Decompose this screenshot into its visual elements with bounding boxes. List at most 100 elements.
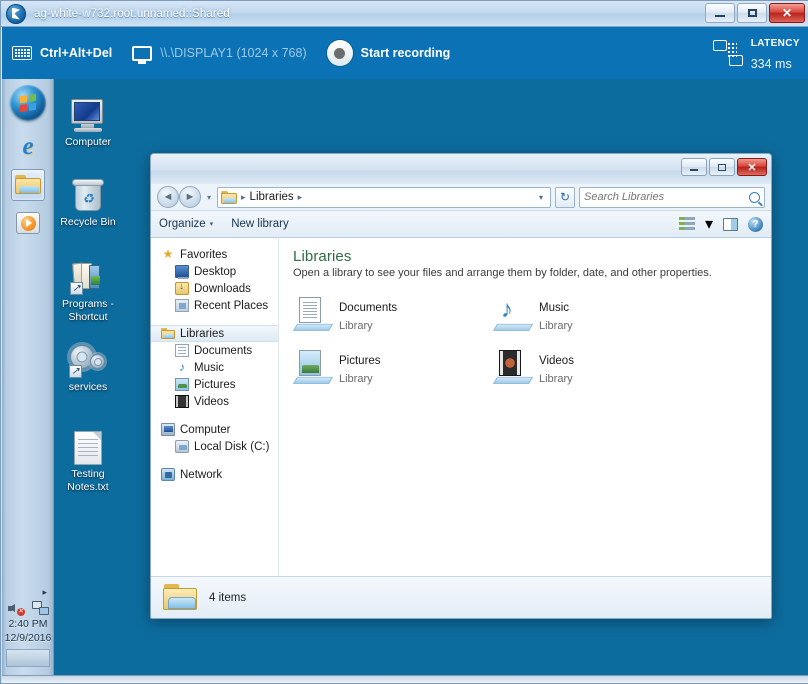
breadcrumb-libraries[interactable]: Libraries (248, 191, 296, 203)
back-button[interactable]: ◄ (157, 186, 179, 208)
explorer-maximize-button[interactable] (709, 158, 735, 176)
sidebar-item-recent-places[interactable]: Recent Places (151, 297, 278, 314)
forward-button[interactable]: ► (179, 186, 201, 208)
refresh-button[interactable]: ↻ (555, 186, 575, 208)
desktop-icon-programs-shortcut[interactable]: ↗ Programs - Shortcut (52, 251, 124, 324)
ctrl-alt-del-button[interactable]: Ctrl+Alt+Del (2, 27, 122, 79)
sidebar-item-downloads[interactable]: Downloads (151, 280, 278, 297)
start-button[interactable] (10, 85, 46, 121)
sidebar-item-desktop[interactable]: Desktop (151, 263, 278, 280)
recent-pages-button[interactable]: ▾ (207, 193, 211, 202)
taskbar-item-media-player[interactable] (11, 207, 45, 239)
text-file-icon (52, 421, 124, 465)
address-dropdown-icon[interactable]: ▾ (535, 193, 547, 202)
sidebar-item-label: Documents (194, 344, 253, 357)
programs-folder-icon: ↗ (52, 251, 124, 295)
help-icon[interactable]: ? (748, 216, 763, 232)
sidebar-item-label: Network (180, 468, 223, 481)
desktop-icon-label: services (68, 381, 108, 393)
sidebar-item-documents[interactable]: Documents (151, 342, 278, 359)
vnc-minimize-button[interactable] (705, 3, 735, 23)
app-logo-icon (6, 3, 26, 24)
vnc-title-bar: ag-white-w732.root.unnamed::Shared ✕ (1, 1, 808, 27)
vnc-window-controls: ✕ (705, 3, 805, 23)
address-input[interactable]: ▸ Libraries ▸ ▾ (217, 186, 551, 208)
explorer-close-button[interactable]: ✕ (737, 158, 767, 176)
clock-time: 2:40 PM (8, 618, 48, 630)
sidebar-item-music[interactable]: ♪ Music (151, 359, 278, 376)
sidebar-item-label: Libraries (180, 327, 225, 340)
sidebar-item-label: Recent Places (194, 299, 269, 312)
sidebar-item-network[interactable]: Network (151, 466, 278, 483)
search-box[interactable] (579, 186, 765, 208)
computer-icon (52, 89, 124, 133)
sidebar-item-computer[interactable]: Computer (151, 421, 278, 438)
library-item-kind: Library (339, 320, 373, 332)
page-subtitle: Open a library to see your files and arr… (293, 267, 712, 279)
show-hidden-icons-button[interactable]: ▸ (42, 587, 47, 598)
organize-label: Organize (159, 218, 206, 230)
sidebar-item-label: Videos (194, 395, 229, 408)
sidebar-item-libraries[interactable]: Libraries (151, 325, 278, 342)
library-icon (161, 327, 175, 340)
explorer-minimize-button[interactable] (681, 158, 707, 176)
sidebar-item-videos[interactable]: Videos (151, 393, 278, 410)
change-view-icon[interactable] (678, 217, 695, 231)
ctrl-alt-del-label: Ctrl+Alt+Del (40, 46, 113, 60)
breadcrumb-separator: ▸ (241, 191, 246, 202)
preview-pane-icon[interactable] (723, 217, 738, 231)
latency-indicator: LATENCY 334 ms (712, 27, 800, 79)
sidebar-item-label: Pictures (194, 378, 236, 391)
explorer-address-bar: ◄ ► ▾ ▸ Libraries ▸ ▾ ↻ (151, 184, 771, 210)
explorer-title-bar[interactable]: ✕ (151, 154, 771, 184)
display-selector[interactable]: \\.\DISPLAY1 (1024 x 768) (122, 27, 316, 79)
volume-muted-icon[interactable]: ✕ (7, 601, 25, 616)
taskbar-item-internet-explorer[interactable]: e (11, 131, 45, 163)
network-icon[interactable] (31, 601, 49, 615)
chevron-down-icon[interactable]: ▾ (705, 214, 713, 234)
desktop-icon-label: Computer (64, 136, 112, 148)
sidebar-item-favorites[interactable]: ★ Favorites (151, 246, 278, 263)
system-tray: ▸ ✕ 2:40 PM 12/9/2016 (2, 583, 54, 675)
library-item-music[interactable]: ♪ Music Library (493, 297, 693, 334)
sidebar-item-local-disk[interactable]: Local Disk (C:) (151, 438, 278, 455)
downloads-icon (175, 281, 189, 295)
gears-icon: ↗ (52, 334, 124, 378)
desktop-icon-testing-notes[interactable]: Testing Notes.txt (52, 421, 124, 494)
record-icon (326, 40, 353, 66)
search-input[interactable] (584, 191, 749, 203)
library-item-name: Pictures (339, 355, 381, 367)
remote-desktop-screen[interactable]: e ▸ ✕ 2:40 PM 12/9/2016 Computer ♻ Recyc… (2, 79, 808, 675)
star-icon: ★ (162, 247, 174, 261)
desktop-icon-label: Programs - (62, 298, 114, 310)
show-desktop-button[interactable] (6, 649, 50, 668)
picture-icon (175, 378, 189, 391)
taskbar-clock[interactable]: 2:40 PM 12/9/2016 (5, 617, 52, 645)
organize-button[interactable]: Organize ▾ (159, 218, 213, 230)
library-item-pictures[interactable]: Pictures Library (293, 350, 493, 387)
new-library-label: New library (231, 218, 289, 230)
desktop-icon-recycle-bin[interactable]: ♻ Recycle Bin (52, 169, 124, 229)
desktop-icon-services[interactable]: ↗ services (52, 334, 124, 394)
sidebar-item-pictures[interactable]: Pictures (151, 376, 278, 393)
library-item-videos[interactable]: Videos Library (493, 350, 693, 387)
breadcrumb-separator-2[interactable]: ▸ (296, 192, 305, 203)
desktop-icon-computer[interactable]: Computer (52, 89, 124, 149)
library-item-documents[interactable]: Documents Library (293, 297, 493, 334)
vnc-window-title: ag-white-w732.root.unnamed::Shared (34, 7, 230, 20)
library-item-kind: Library (539, 373, 573, 385)
internet-explorer-icon: e (22, 133, 34, 160)
vnc-restore-button[interactable] (737, 3, 767, 23)
taskbar-item-windows-explorer[interactable] (11, 169, 45, 201)
desktop-icon (175, 265, 189, 279)
start-recording-button[interactable]: Start recording (317, 27, 461, 79)
music-icon: ♪ (179, 360, 185, 374)
library-item-name: Videos (539, 355, 574, 367)
library-grid: Documents Library ♪ Music Library Pictur… (293, 297, 771, 387)
new-library-button[interactable]: New library (231, 218, 289, 230)
vnc-close-button[interactable]: ✕ (769, 3, 805, 23)
pictures-library-icon (293, 350, 334, 384)
shortcut-arrow-icon: ↗ (69, 365, 82, 378)
desktop-icon-label-line2: Shortcut (68, 311, 108, 324)
